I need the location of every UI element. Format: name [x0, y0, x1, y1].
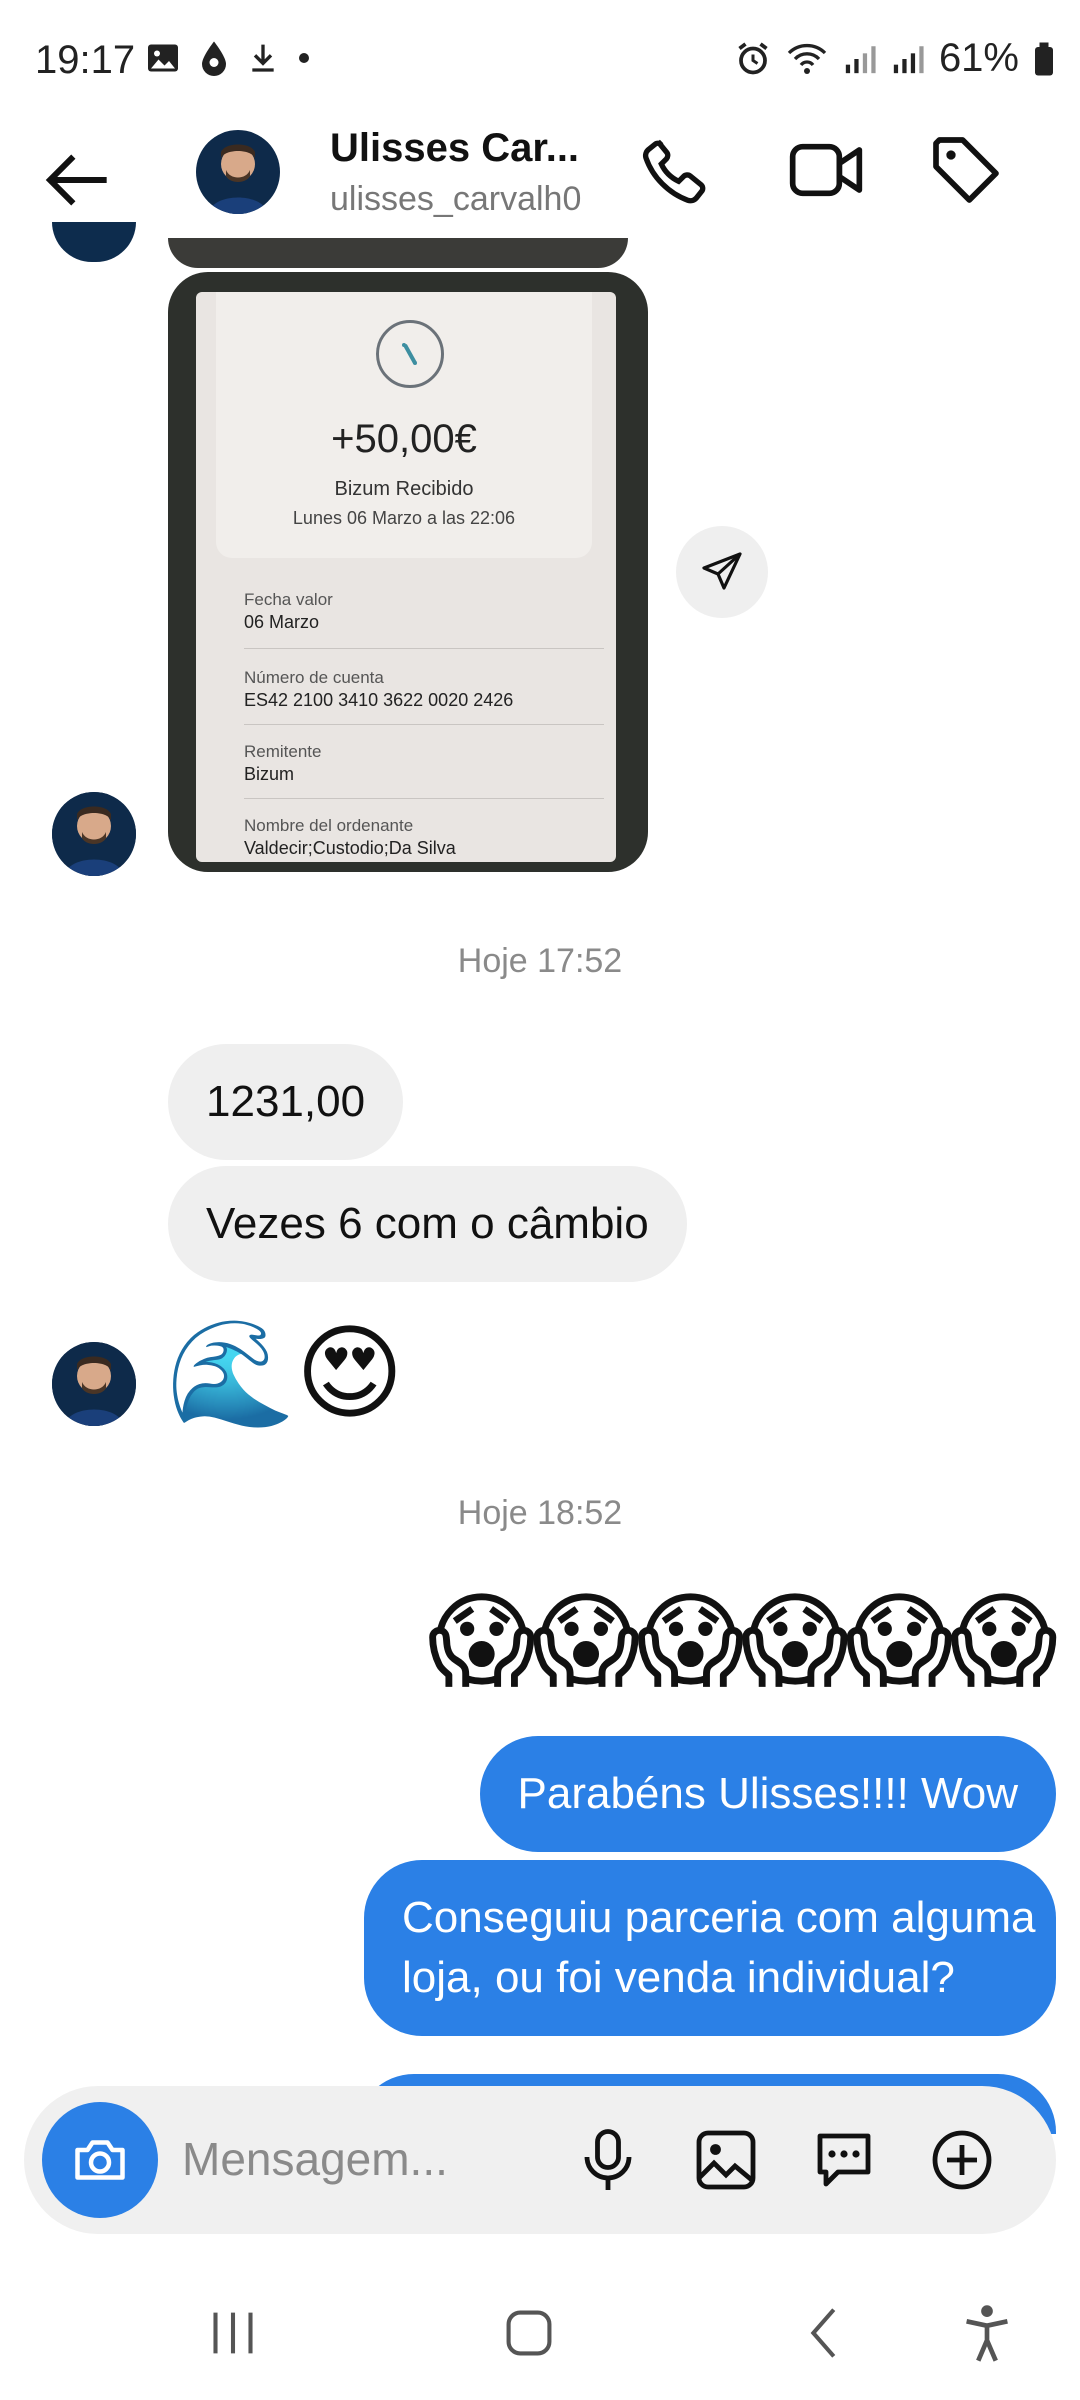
video-call-icon[interactable] [786, 130, 866, 210]
receipt-field-value: 06 Marzo [244, 612, 320, 632]
more-notifications-dot-icon [299, 53, 309, 63]
message-timestamp: Hoje 18:52 [457, 1494, 623, 1532]
outgoing-emoji-message[interactable]: 😱😱😱😱😱😱 [427, 1590, 1058, 1694]
message-input[interactable]: Mensagem... [182, 2132, 448, 2186]
gallery-icon[interactable] [690, 2124, 762, 2196]
signal-sim2-icon [893, 45, 924, 73]
receipt-field-label: Número de cuenta [244, 668, 384, 687]
camera-button[interactable] [42, 2102, 158, 2218]
receipt-screenshot: +50,00€ Bizum Recibido Lunes 06 Marzo a … [196, 292, 616, 862]
system-indicators: 61% [735, 36, 1055, 81]
contact-avatar[interactable] [196, 130, 280, 214]
receipt-amount: +50,00€ [331, 417, 477, 461]
notification-icons [145, 40, 311, 76]
battery-icon [1035, 42, 1053, 75]
sticker-chat-icon[interactable] [808, 2124, 880, 2196]
receipt-date: Lunes 06 Marzo a las 22:06 [292, 508, 516, 528]
receipt-field-label: Remitente [244, 742, 322, 761]
wifi-icon [787, 43, 827, 74]
home-icon[interactable] [494, 2298, 564, 2368]
status-bar: 19:17 61% [0, 0, 1080, 120]
receipt-field-label: Fecha valor [244, 590, 333, 609]
incoming-message-bubble[interactable]: 1231,00 [168, 1044, 404, 1160]
phone-call-icon[interactable] [636, 130, 716, 210]
back-arrow-icon[interactable] [40, 140, 120, 220]
download-notification-icon [252, 44, 274, 72]
incoming-message-bubble[interactable]: Vezes 6 com o câmbio [168, 1166, 687, 1282]
receipt-field-value: Valdecir;Custodio;Da Silva [244, 838, 456, 858]
microphone-icon[interactable] [572, 2124, 644, 2196]
receipt-card: +50,00€ Bizum Recibido Lunes 06 Marzo a … [216, 292, 592, 558]
receipt-field-label: Nombre del ordenante [244, 816, 414, 835]
receipt-field-value: ES42 2100 3410 3622 0020 2426 [244, 690, 514, 710]
outgoing-message-bubble[interactable]: Conseguiu parceria com alguma loja, ou f… [364, 1860, 1056, 2036]
message-line: loja, ou foi venda individual? [402, 1953, 955, 2002]
divider [244, 798, 604, 799]
image-message[interactable]: +50,00€ Bizum Recibido Lunes 06 Marzo a … [168, 272, 648, 872]
drop-notification-icon [202, 41, 226, 76]
battery-percentage: 61% [938, 36, 1019, 80]
previous-image-message-edge[interactable] [168, 238, 628, 268]
system-navigation-bar [0, 2268, 1080, 2400]
add-plus-icon[interactable] [926, 2124, 998, 2196]
message-timestamp: Hoje 17:52 [457, 942, 623, 980]
message-line: Conseguiu parceria com alguma [402, 1893, 1036, 1942]
signal-sim1-icon [845, 45, 876, 73]
accessibility-icon[interactable] [952, 2298, 1022, 2368]
sender-avatar[interactable] [52, 792, 136, 876]
divider [244, 724, 604, 725]
status-time: 19:17 [35, 38, 136, 82]
tag-icon[interactable] [926, 130, 1006, 210]
contact-username[interactable]: ulisses_carvalh0 [330, 180, 581, 219]
receipt-field-value: Bizum [244, 764, 295, 784]
contact-name[interactable]: Ulisses Car... [330, 126, 590, 171]
send-icon [702, 552, 742, 590]
recent-apps-icon[interactable] [198, 2298, 268, 2368]
sender-avatar[interactable] [52, 1342, 136, 1426]
bizum-logo-icon [376, 320, 444, 388]
incoming-emoji-message[interactable]: 🌊😍 [166, 1322, 404, 1426]
receipt-title: Bizum Recibido [334, 478, 474, 500]
outgoing-message-bubble[interactable]: Parabéns Ulisses!!!! Wow [479, 1736, 1056, 1852]
divider [244, 648, 604, 649]
share-button[interactable] [676, 526, 768, 618]
message-composer[interactable]: Mensagem... [24, 2086, 1056, 2234]
gallery-notification-icon [148, 44, 178, 72]
back-nav-icon[interactable] [790, 2298, 860, 2368]
camera-icon [75, 2140, 125, 2180]
alarm-icon [738, 42, 768, 74]
sender-avatar [52, 222, 136, 262]
